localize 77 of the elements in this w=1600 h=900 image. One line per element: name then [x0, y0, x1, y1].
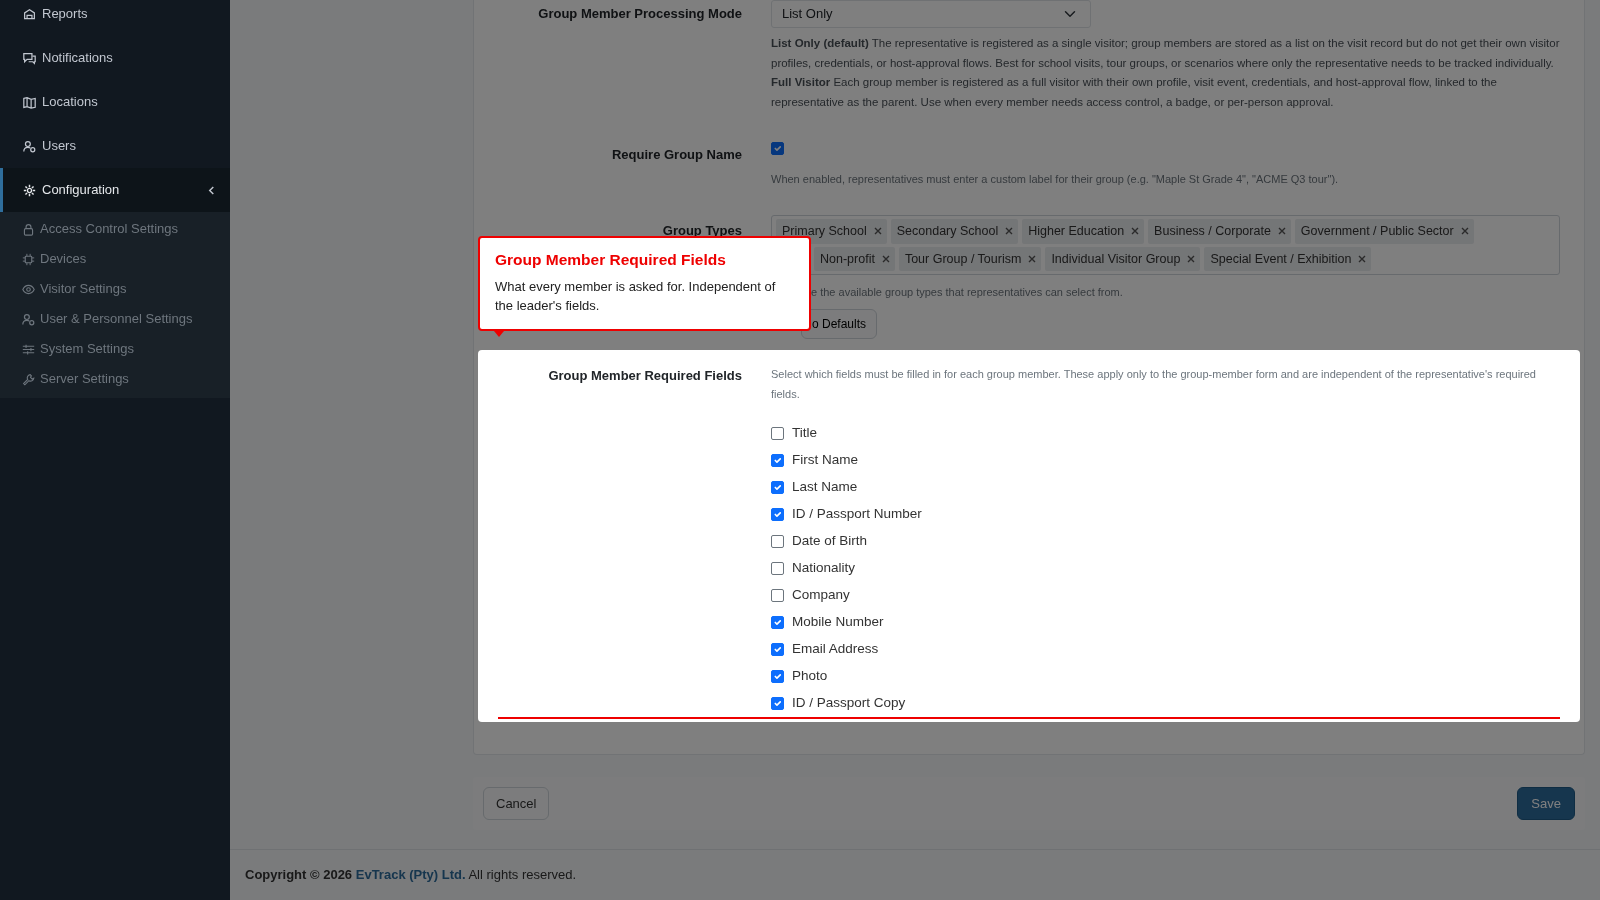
sidebar-item[interactable]: Locations: [0, 80, 230, 124]
sidebar-item[interactable]: Notifications: [0, 36, 230, 80]
description-text: Full Visitor Each group member is registered as a full visitor with their own profile, visit event, credentials, and host-approval flow, linked to the representative as the parent. Use when every member needs access control, a badge, or per-person approval.: [771, 75, 1498, 111]
cancel-button[interactable]: Cancel: [483, 786, 550, 821]
tag-label: Tour Group / Tourism: [904, 250, 1022, 268]
checkbox-label[interactable]: Photo: [792, 666, 828, 687]
checkbox[interactable]: [771, 696, 784, 710]
hint-text: When enabled, representatives must enter a custom label for their group (e.g. "Maple St Grade 4", "ACME Q3 tour").: [771, 172, 1340, 188]
users-icon: [23, 139, 36, 153]
tag-label: Business / Corporate: [1154, 222, 1271, 240]
checkbox-label[interactable]: First Name: [792, 450, 858, 471]
chip-icon: [22, 252, 35, 266]
checkbox[interactable]: [771, 669, 784, 683]
gear-icon: [23, 183, 36, 197]
submenu-item[interactable]: Access Control Settings: [0, 214, 230, 244]
remove-icon[interactable]: [881, 254, 890, 263]
checkbox-label[interactable]: ID / Passport Copy: [792, 693, 906, 714]
eye-icon: [22, 282, 35, 296]
checkbox[interactable]: [771, 507, 784, 521]
submenu-item[interactable]: Server Settings: [0, 364, 230, 394]
house-icon: [23, 7, 36, 21]
checkbox[interactable]: [771, 588, 784, 602]
tag-label: Individual Visitor Group: [1051, 250, 1181, 268]
submenu-item[interactable]: User & Personnel Settings: [0, 304, 230, 334]
copyright-text: Copyright © 2026 EvTrack (Pty) Ltd. All rights reserved.: [245, 866, 577, 885]
popover-text: What every member is asked for. Independent of the leader's fields.: [495, 278, 777, 316]
checkbox[interactable]: [771, 453, 784, 467]
remove-icon[interactable]: [1358, 254, 1367, 263]
checkbox[interactable]: [771, 642, 784, 656]
remove-icon[interactable]: [873, 227, 882, 236]
hint-text: Select which fields must be filled in for each group member. These apply only to the group-member form and are independent of the representative's required fields.: [771, 366, 1537, 402]
remove-icon[interactable]: [1028, 254, 1037, 263]
submenu-item[interactable]: Visitor Settings: [0, 274, 230, 304]
checkbox-label[interactable]: Email Address: [792, 639, 879, 660]
checkbox[interactable]: [771, 141, 784, 155]
description-text: List Only (default) The representative is registered as a single visitor; group members are stored as a list on the visit record but do not get their own visitor profiles, credentials, or host-approval flows. Best for school visits, tour groups, or scenarios where only the representative needs to be tracked individually.: [771, 36, 1561, 71]
tag-label: Non-profit: [820, 250, 875, 268]
checkbox[interactable]: [771, 426, 784, 440]
lock-icon: [22, 222, 35, 236]
reset-button[interactable]: o Defaults: [801, 308, 878, 339]
checkbox-label[interactable]: Company: [792, 585, 850, 606]
chat-icon: [23, 51, 36, 65]
mode-select[interactable]: List Only: [771, 0, 1091, 28]
submenu-item[interactable]: System Settings: [0, 334, 230, 364]
remove-icon[interactable]: [1187, 254, 1196, 263]
map-icon: [23, 95, 36, 109]
checkbox[interactable]: [771, 480, 784, 494]
remove-icon[interactable]: [1460, 227, 1469, 236]
tag-input[interactable]: Primary School Secondary School Higher Education Business / Corporate Government / Public Sector Non-profit Tour Group / Tourism Individual Visitor Group Special Event / Exhibition: [771, 214, 1560, 276]
sidebar-item[interactable]: Users: [0, 124, 230, 168]
checkbox-label[interactable]: Nationality: [792, 558, 856, 579]
tag-label: Higher Education: [1028, 222, 1125, 240]
field-label: Group Member Processing Mode: [537, 5, 742, 23]
field-label: Require Group Name: [610, 145, 742, 164]
tag-label: Primary School: [782, 222, 867, 240]
tag-label: Government / Public Sector: [1300, 222, 1454, 240]
popover-title: Group Member Required Fields: [495, 250, 727, 270]
checkbox-label[interactable]: Last Name: [792, 477, 858, 498]
checkbox-label[interactable]: ID / Passport Number: [792, 504, 922, 525]
wrench-icon: [22, 372, 35, 386]
sidebar-item[interactable]: Configuration: [0, 168, 230, 212]
checkbox[interactable]: [771, 615, 784, 629]
tag-label: Secondary School: [896, 222, 999, 240]
submenu-item[interactable]: Devices: [0, 244, 230, 274]
users-icon: [22, 312, 35, 326]
sliders-icon: [22, 342, 35, 356]
checkbox[interactable]: [771, 534, 784, 548]
checkbox[interactable]: [771, 561, 784, 575]
remove-icon[interactable]: [1131, 227, 1140, 236]
field-label: Group Member Required Fields: [547, 366, 742, 385]
checkbox-label[interactable]: Title: [792, 423, 817, 444]
tag-label: Special Event / Exhibition: [1210, 250, 1352, 268]
checkbox-label[interactable]: Date of Birth: [792, 531, 868, 552]
sidebar-item[interactable]: Reports: [0, 0, 230, 36]
checkbox-label[interactable]: Mobile Number: [792, 612, 884, 633]
remove-icon[interactable]: [1277, 227, 1286, 236]
remove-icon[interactable]: [1005, 227, 1014, 236]
